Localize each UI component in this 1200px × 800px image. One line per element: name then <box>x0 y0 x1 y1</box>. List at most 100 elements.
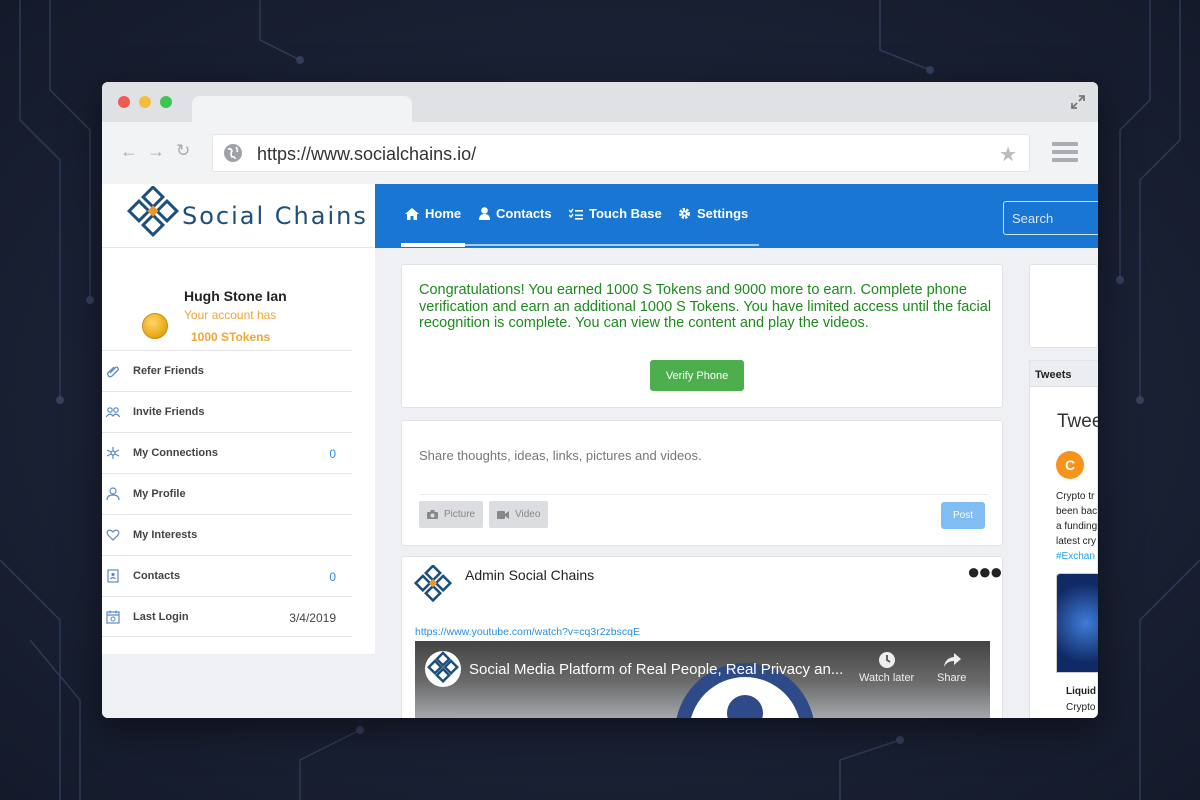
video-camera-icon <box>497 510 509 519</box>
bookmark-star-icon[interactable]: ★ <box>999 142 1017 167</box>
connections-count: 0 <box>329 447 336 461</box>
nav-home[interactable]: Home <box>405 206 461 221</box>
feed-post: Admin Social Chains ●●● https://www.yout… <box>401 556 1003 718</box>
video-title[interactable]: Social Media Platform of Real People, Re… <box>469 661 843 678</box>
sidebar-item-label: Refer Friends <box>133 365 204 377</box>
video-label: Video <box>515 509 541 520</box>
social-chains-logo-icon <box>126 186 180 238</box>
browser-tab[interactable] <box>192 96 412 124</box>
profile-icon <box>106 487 120 501</box>
video-player[interactable]: Social Media Platform of Real People, Re… <box>415 641 990 718</box>
post-link[interactable]: https://www.youtube.com/watch?v=cq3r2zbs… <box>415 626 640 638</box>
browser-window: ← → ↻ https://www.socialchains.io/ ★ Soc… <box>102 82 1098 718</box>
post-author[interactable]: Admin Social Chains <box>465 567 594 583</box>
more-options-icon[interactable]: ●●● <box>967 559 1003 585</box>
reload-icon[interactable]: ↻ <box>176 142 190 160</box>
maximize-window-button[interactable] <box>160 96 172 108</box>
url-text[interactable]: https://www.socialchains.io/ <box>257 144 476 165</box>
browser-toolbar: ← → ↻ https://www.socialchains.io/ ★ <box>102 122 1098 184</box>
fullscreen-icon[interactable] <box>1070 94 1086 110</box>
tweet-line: Crypto tr <box>1056 491 1095 502</box>
share-divider <box>419 494 989 495</box>
video-button[interactable]: Video <box>489 501 549 528</box>
sidebar-item-label: Last Login <box>133 611 189 623</box>
tweet-text[interactable]: Crypto tr been bac a funding latest cry … <box>1056 489 1097 564</box>
picture-label: Picture <box>444 509 476 520</box>
list-icon <box>569 208 583 220</box>
nav-settings[interactable]: Settings <box>678 206 748 221</box>
tweet-line: a funding <box>1056 521 1098 532</box>
share-arrow-icon <box>943 653 961 667</box>
tweet-image[interactable] <box>1056 573 1098 673</box>
verify-phone-button[interactable]: Verify Phone <box>650 360 744 391</box>
channel-logo[interactable] <box>425 651 461 687</box>
search-input[interactable] <box>1004 202 1098 234</box>
token-balance: 1000 STokens <box>191 330 271 344</box>
watch-later-label: Watch later <box>859 672 915 684</box>
hamburger-menu-icon[interactable] <box>1052 142 1078 166</box>
sidebar-item-my-interests[interactable]: My Interests <box>102 514 352 555</box>
clock-icon <box>878 652 895 668</box>
share-card: Share thoughts, ideas, links, pictures a… <box>401 420 1003 546</box>
sidebar-item-last-login[interactable]: Last Login 3/4/2019 <box>102 596 352 637</box>
sidebar-item-refer-friends[interactable]: Refer Friends <box>102 350 352 391</box>
nav-active-indicator <box>401 243 465 247</box>
logo-area[interactable]: Social Chains <box>102 184 375 248</box>
user-icon <box>479 207 490 220</box>
token-coin-icon <box>142 313 168 339</box>
tweet-hashtag[interactable]: #Exchan <box>1056 549 1097 564</box>
sidebar-item-my-connections[interactable]: My Connections 0 <box>102 432 352 473</box>
picture-button[interactable]: Picture <box>419 501 484 528</box>
paperclip-icon <box>107 366 119 378</box>
sidebar-menu: Refer Friends Invite Friends My Connecti… <box>102 350 352 637</box>
congrats-card: Congratulations! You earned 1000 S Token… <box>401 264 1003 408</box>
tweet-card-subtitle: Crypto <box>1066 702 1096 713</box>
close-window-button[interactable] <box>118 96 130 108</box>
profile-name[interactable]: Hugh Stone Ian <box>184 288 287 304</box>
address-bar[interactable]: https://www.socialchains.io/ ★ <box>212 134 1030 172</box>
search-box[interactable] <box>1003 201 1098 235</box>
sidebar-item-invite-friends[interactable]: Invite Friends <box>102 391 352 432</box>
home-icon <box>405 207 419 220</box>
camera-icon <box>427 510 438 519</box>
sidebar-item-label: My Connections <box>133 447 218 459</box>
contacts-count: 0 <box>329 570 336 584</box>
sidebar-item-my-profile[interactable]: My Profile <box>102 473 352 514</box>
tweet-line: latest cry <box>1056 536 1097 547</box>
browser-titlebar <box>102 82 1098 124</box>
last-login-date: 3/4/2019 <box>289 611 336 625</box>
nav-home-label: Home <box>425 206 462 221</box>
tweet-avatar[interactable]: C <box>1056 451 1084 479</box>
share-video-button[interactable]: Share <box>937 651 966 684</box>
minimize-window-button[interactable] <box>139 96 151 108</box>
share-input[interactable]: Share thoughts, ideas, links, pictures a… <box>419 448 702 463</box>
group-icon <box>106 407 120 418</box>
address-book-icon <box>107 569 119 583</box>
account-label: Your account has <box>184 308 277 322</box>
author-avatar-icon[interactable] <box>412 565 454 607</box>
left-sidebar: Hugh Stone Ian Your account has 1000 STo… <box>102 248 375 654</box>
tweets-panel: Tweets Twee C Crypto tr been bac a fundi… <box>1029 360 1098 718</box>
nav-contacts[interactable]: Contacts <box>479 206 552 221</box>
nav-touch-base[interactable]: Touch Base <box>569 206 662 221</box>
tweet-card-title: Liquid <box>1066 686 1096 697</box>
tweets-title: Twee <box>1057 411 1098 432</box>
back-arrow-icon[interactable]: ← <box>120 142 138 160</box>
gear-icon <box>679 208 690 219</box>
sidebar-item-contacts[interactable]: Contacts 0 <box>102 555 352 596</box>
forward-arrow-icon[interactable]: → <box>147 142 165 160</box>
watch-later-button[interactable]: Watch later <box>859 651 914 684</box>
sidebar-item-label: Invite Friends <box>133 406 205 418</box>
sidebar-item-label: My Interests <box>133 529 198 541</box>
sidebar-item-label: Contacts <box>133 570 181 582</box>
tweet-card-text[interactable]: Liquid Crypto <box>1066 684 1096 716</box>
globe-icon <box>224 144 242 162</box>
nav-settings-label: Settings <box>697 206 749 221</box>
connections-icon <box>106 447 120 459</box>
post-button[interactable]: Post <box>941 502 985 529</box>
heart-icon <box>106 529 120 541</box>
main-navbar: Home Contacts Touch Base Settings <box>375 184 1098 248</box>
tweets-header: Tweets <box>1030 361 1098 387</box>
sidebar-item-label: My Profile <box>133 488 186 500</box>
share-label: Share <box>937 672 967 684</box>
